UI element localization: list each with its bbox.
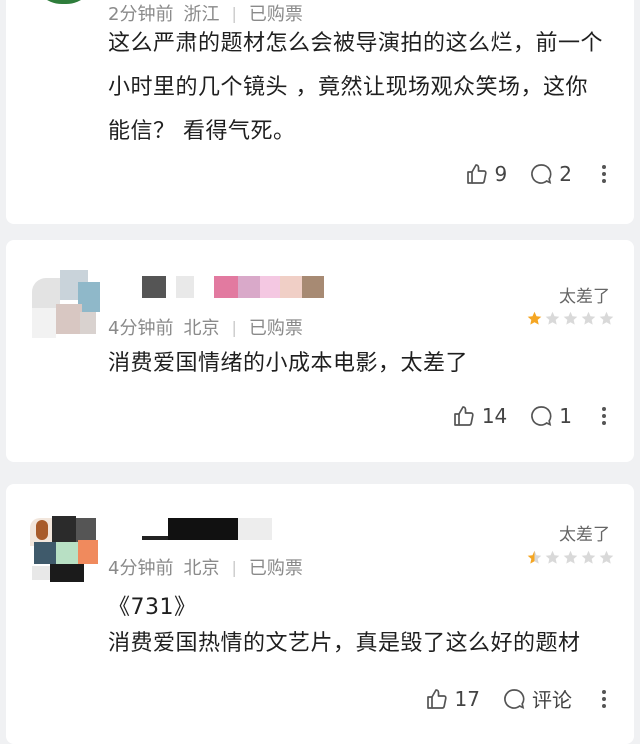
comment-actions: 17 评论 [425, 684, 614, 713]
username-redacted[interactable] [142, 276, 324, 298]
comment-card-3: 太差了 4分钟前 北京 | 已购票 《731》 消费爱国热情的文艺片，真是毁了这… [6, 484, 634, 744]
star-icon [545, 550, 560, 564]
like-count: 9 [494, 162, 508, 186]
star-icon [581, 311, 596, 325]
more-vertical-icon [602, 689, 606, 708]
comment-bubble-icon [531, 164, 552, 184]
reply-button[interactable]: 2 [529, 162, 572, 186]
more-options-button[interactable] [594, 404, 614, 428]
comment-card-2: 太差了 4分钟前 北京 | 已购票 消费爱国情绪的小成本电影，太差了 14 1 [6, 240, 634, 462]
comment-meta: 4分钟前 北京 | 已购票 [108, 314, 303, 340]
comment-actions: 14 1 [452, 404, 614, 428]
star-icon [599, 311, 614, 325]
comment-location: 北京 [183, 558, 220, 579]
username-redacted[interactable] [142, 518, 272, 540]
rating-label: 太差了 [559, 287, 610, 307]
comment-time: 4分钟前 [108, 558, 174, 579]
reply-button[interactable]: 评论 [502, 684, 572, 713]
thumbs-up-icon [426, 688, 447, 709]
meta-divider: | [231, 317, 237, 337]
thumbs-up-icon [466, 164, 487, 184]
star-icon [581, 550, 596, 564]
comment-time: 4分钟前 [108, 318, 174, 339]
star-icon [545, 311, 560, 325]
avatar[interactable] [32, 0, 96, 4]
star-rating [527, 311, 614, 326]
comment-card-1: 2分钟前 浙江 | 已购票 这么严肃的题材怎么会被导演拍的这么烂，前一个小时里的… [6, 0, 634, 224]
comment-actions: 9 2 [465, 162, 614, 186]
star-icon [527, 550, 542, 564]
reply-count: 1 [559, 404, 572, 428]
ticket-badge: 已购票 [248, 318, 303, 339]
like-button[interactable]: 9 [465, 162, 508, 186]
thumbs-up-icon [453, 406, 474, 426]
comment-text: 消费爱国情绪的小成本电影，太差了 [108, 351, 469, 376]
star-icon [599, 550, 614, 564]
more-options-button[interactable] [594, 162, 614, 186]
reply-label: 评论 [532, 688, 572, 712]
reply-button[interactable]: 1 [529, 404, 572, 428]
meta-divider: | [231, 3, 237, 23]
star-icon [527, 311, 542, 325]
comment-bubble-icon [531, 406, 552, 426]
like-button[interactable]: 14 [452, 404, 507, 428]
meta-divider: | [231, 557, 237, 577]
comment-location: 北京 [183, 318, 220, 339]
rating-label: 太差了 [559, 525, 610, 545]
star-icon [563, 311, 578, 325]
star-rating [527, 550, 614, 565]
comment-bubble-icon [504, 688, 525, 709]
like-count: 14 [481, 404, 508, 428]
more-vertical-icon [602, 165, 606, 183]
avatar[interactable] [28, 268, 104, 344]
star-icon [563, 550, 578, 564]
more-options-button[interactable] [594, 687, 614, 711]
comment-text: 这么严肃的题材怎么会被导演拍的这么烂，前一个小时里的几个镜头 ，竟然让现场观众笑… [108, 31, 604, 144]
ticket-badge: 已购票 [248, 558, 303, 579]
more-vertical-icon [602, 407, 606, 425]
comment-text: 消费爱国热情的文艺片，真是毁了这么好的题材 [108, 631, 581, 656]
like-count: 17 [454, 686, 480, 711]
like-button[interactable]: 17 [425, 687, 480, 711]
comment-meta: 4分钟前 北京 | 已购票 [108, 554, 303, 580]
reply-count: 2 [559, 162, 572, 186]
avatar[interactable] [28, 516, 104, 592]
